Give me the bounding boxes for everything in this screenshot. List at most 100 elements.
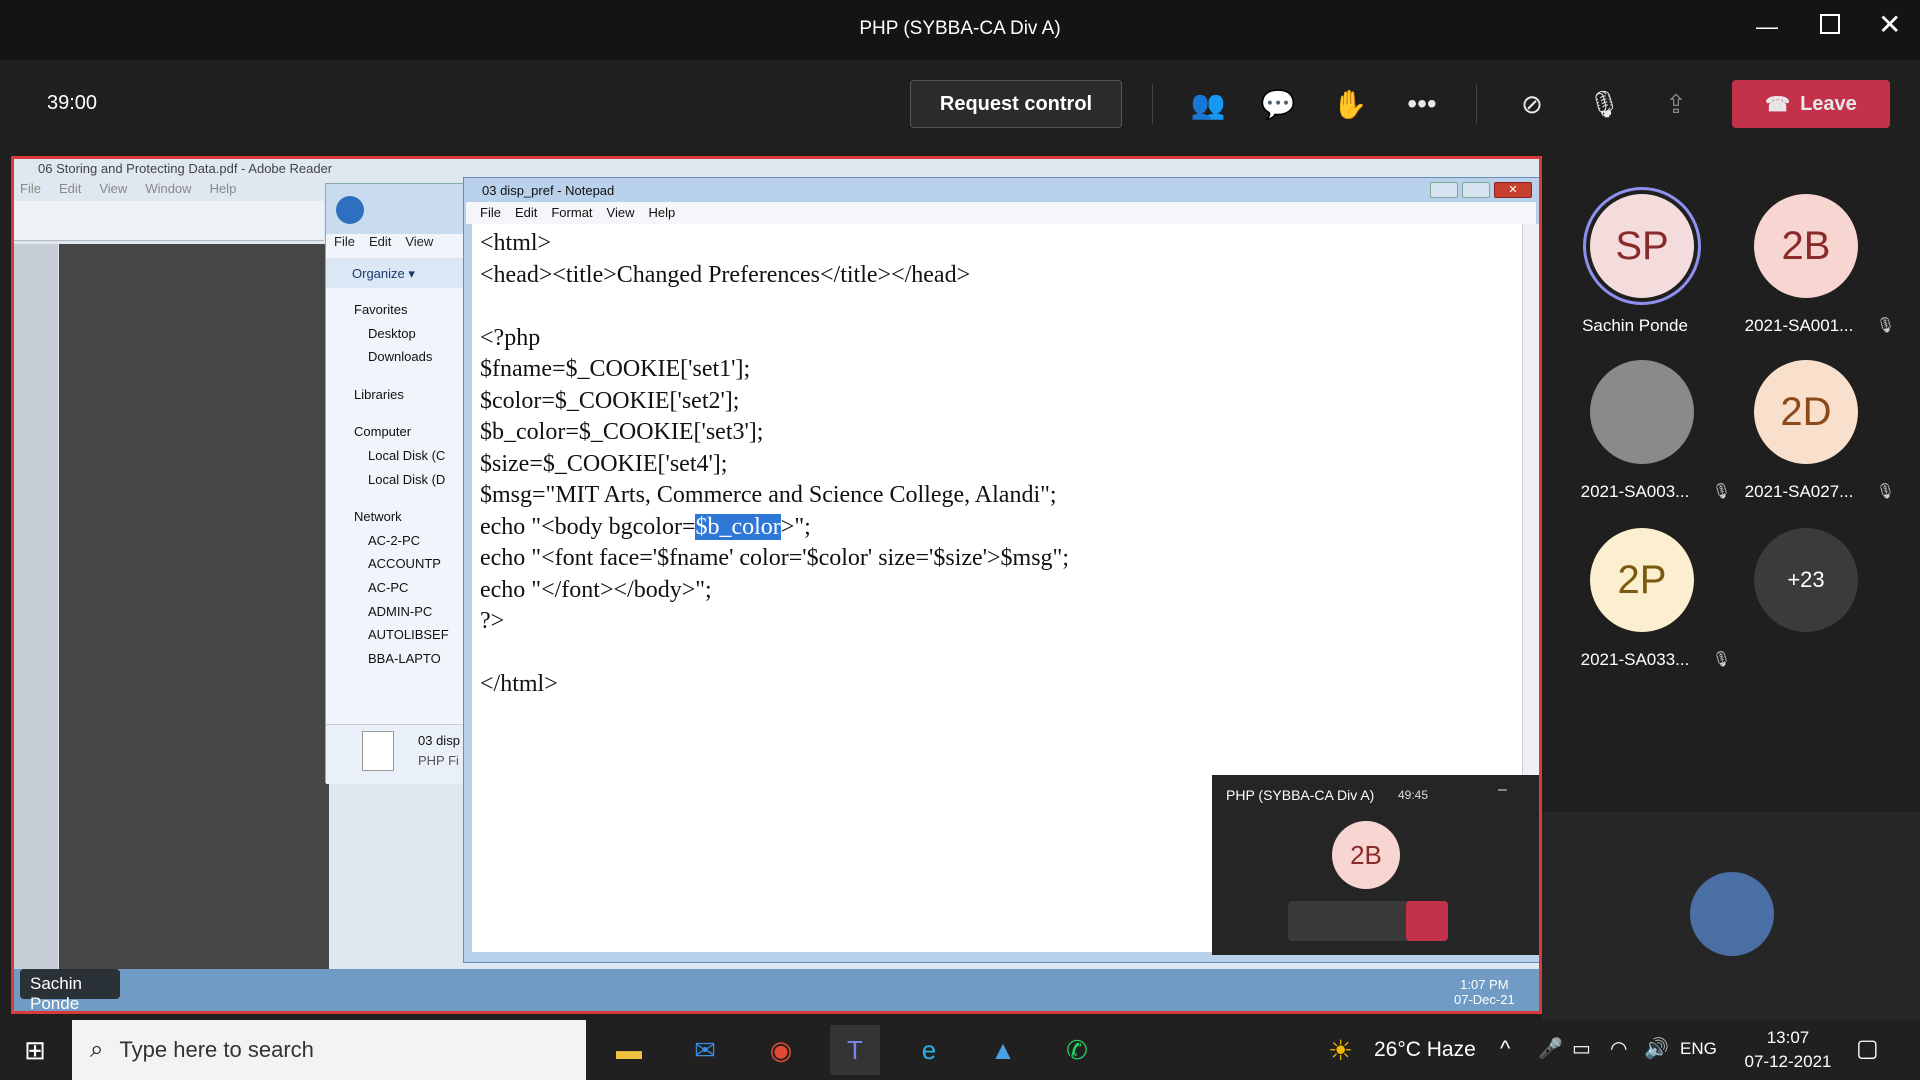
explorer-tree-item[interactable]: Downloads [326,349,486,373]
start-button[interactable]: ⊞ [10,1025,60,1075]
notepad-menu-help[interactable]: Help [648,205,675,224]
divider [1152,84,1153,124]
clock[interactable]: 13:07 07-12-2021 [1730,1028,1846,1072]
explorer-tree-item[interactable]: ADMIN-PC [326,604,486,628]
notepad-menu-view[interactable]: View [607,205,635,224]
title-bar: PHP (SYBBA-CA Div A) — ✕ [0,0,1920,60]
notepad-close-button[interactable]: ✕ [1494,182,1532,198]
selected-text[interactable]: $b_color [695,513,781,540]
volume-icon[interactable]: 🔊 [1644,1036,1669,1061]
participant-avatar[interactable] [1590,360,1694,464]
clock-date: 07-12-2021 [1744,1052,1832,1071]
notifications-icon[interactable]: ▢ [1856,1034,1879,1063]
participant-avatar[interactable]: 2P [1590,528,1694,632]
teams-icon[interactable]: T [830,1025,880,1075]
explorer-menu: File Edit View [326,234,486,258]
explorer-tree-item[interactable]: BBA-LAPTO [326,651,486,675]
explorer-tree-item[interactable]: AUTOLIBSEF [326,627,486,651]
explorer-tree-item[interactable]: Local Disk (D [326,472,486,496]
participant-avatar[interactable]: 2D [1754,360,1858,464]
back-icon[interactable] [336,196,364,224]
photos-icon[interactable]: ▲ [978,1025,1028,1075]
explorer-tree-item[interactable]: Libraries [326,387,486,411]
explorer-tree-item[interactable]: Network [326,509,486,533]
explorer-tree-item[interactable]: ACCOUNTP [326,556,486,580]
mini-minimize-button[interactable]: – [1498,781,1507,799]
more-options-icon[interactable]: ••• [1402,84,1442,124]
explorer-tree-item[interactable]: Local Disk (C [326,448,486,472]
mini-hangup-button[interactable] [1406,901,1448,941]
search-icon: ⌕ [90,1036,104,1063]
reader-menu-window[interactable]: Window [145,181,191,196]
wifi-icon[interactable]: ◠ [1610,1036,1627,1061]
code-line: echo "<body bgcolor=$b_color>"; [480,512,1522,544]
explorer-tree-item[interactable]: AC-2-PC [326,533,486,557]
edge-icon[interactable]: e [904,1025,954,1075]
mic-muted-icon: 🎙 [1876,483,1896,500]
code-line: $color=$_COOKIE['set2']; [480,386,1522,418]
weather-text[interactable]: 26°C Haze [1374,1038,1476,1062]
notepad-menu-edit[interactable]: Edit [515,205,537,224]
explorer-tree-item[interactable]: AC-PC [326,580,486,604]
phone-hangup-icon: ☎ [1765,93,1791,116]
close-button[interactable]: ✕ [1878,8,1901,41]
explorer-menu-file[interactable]: File [334,234,355,258]
code-line-text: $size=$_COOKIE['set4']; [480,450,728,477]
participant-avatar[interactable]: 2B [1754,194,1858,298]
file-type: PHP Fi [418,753,459,768]
raise-hand-icon[interactable]: ✋ [1330,84,1370,124]
notepad-menu-format[interactable]: Format [551,205,592,224]
reader-menu-edit[interactable]: Edit [59,181,81,196]
participants-icon[interactable]: 👥 [1188,84,1228,124]
shared-clock-time: 1:07 PM [1460,977,1509,992]
notepad-menu-file[interactable]: File [480,205,501,224]
battery-icon[interactable]: ▭ [1572,1036,1591,1061]
search-placeholder: Type here to search [119,1037,314,1062]
organize-button[interactable]: Organize ▾ [326,258,486,288]
code-line-text: echo "<font face='$fname' color='$color'… [480,545,1070,571]
mail-icon[interactable]: ✉ [680,1025,730,1075]
participant-avatar[interactable]: SP [1590,194,1694,298]
chrome-icon[interactable]: ◉ [756,1025,806,1075]
code-line: $b_color=$_COOKIE['set3']; [480,417,1522,449]
code-line: <html> [480,228,1522,260]
mini-avatar: 2B [1332,821,1400,889]
leave-label: Leave [1800,92,1857,115]
language-indicator[interactable]: ENG [1680,1039,1717,1059]
reader-menu-help[interactable]: Help [210,181,237,196]
request-control-button[interactable]: Request control [910,80,1122,128]
mic-off-icon[interactable]: 🎙 [1584,84,1624,124]
search-box[interactable]: ⌕ Type here to search [72,1020,586,1080]
notepad-maximize-button[interactable] [1462,182,1490,198]
code-line: ?> [480,606,1522,638]
chat-icon[interactable]: 💬 [1258,84,1298,124]
maximize-button[interactable] [1820,14,1840,34]
explorer-menu-view[interactable]: View [405,234,433,258]
code-line-text: </html> [480,671,558,697]
microphone-icon: 🎤 [1538,1038,1563,1060]
explorer-tree-item[interactable]: Computer [326,424,486,448]
whatsapp-icon[interactable]: ✆ [1052,1025,1102,1075]
leave-button[interactable]: ☎ Leave [1732,80,1890,128]
notepad-title: 03 disp_pref - Notepad [482,183,615,198]
explorer-tree-item[interactable]: Desktop [326,326,486,350]
code-line-text: <html> [480,230,552,256]
reader-menu-view[interactable]: View [99,181,127,196]
participant-avatar[interactable]: +23 [1754,528,1858,632]
reader-menu-file[interactable]: File [20,181,41,196]
explorer-nav-bar [326,184,486,234]
explorer-tree: Favorites Desktop Downloads Libraries Comput… [326,302,486,674]
code-line-text: <?php [480,324,541,351]
notepad-minimize-button[interactable] [1430,182,1458,198]
file-explorer-icon[interactable]: ▬ [604,1025,654,1075]
mini-meeting-title: PHP (SYBBA-CA Div A) [1226,787,1375,803]
camera-off-icon[interactable]: ⊘ [1512,84,1552,124]
shared-clock: 1:07 PM 07-Dec-21 [1454,977,1515,1007]
minimize-button[interactable]: — [1756,14,1778,40]
show-hidden-icons-icon[interactable]: ^ [1500,1036,1510,1062]
explorer-menu-edit[interactable]: Edit [369,234,391,258]
code-line: </html> [480,669,1522,701]
explorer-tree-item[interactable]: Favorites [326,302,486,326]
share-tray-icon[interactable]: ⇪ [1656,84,1696,124]
